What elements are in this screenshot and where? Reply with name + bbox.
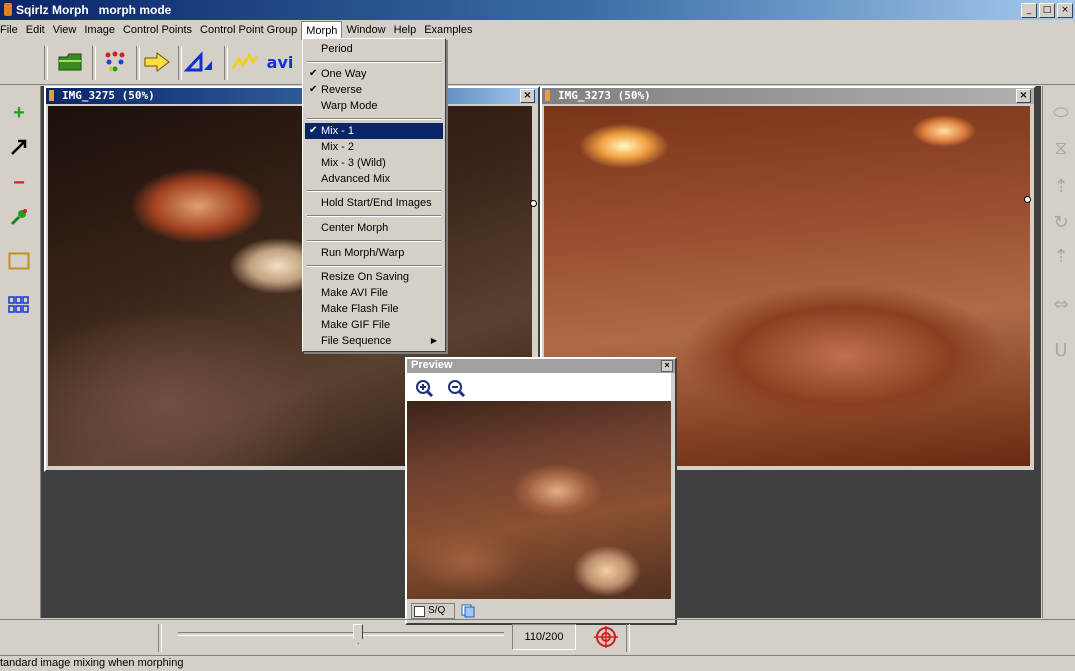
right-tool-palette: ⬭ ⧖ ⇡ ↻ ⇡ ⇔ U [1042, 86, 1075, 618]
menu-item-warp-mode[interactable]: Warp Mode [305, 98, 443, 114]
rotate-icon[interactable]: ↻ [1049, 210, 1073, 234]
up-arrow-circle-icon[interactable]: ⇡ [1049, 244, 1073, 268]
menu-morph[interactable]: Morph [301, 20, 343, 40]
menu-item-advanced-mix[interactable]: Advanced Mix [305, 171, 443, 187]
status-bar: tandard image mixing when morphing [0, 655, 1075, 671]
menu-item-run-morph-warp[interactable]: Run Morph/Warp [305, 245, 443, 261]
menu-item-resize-on-saving[interactable]: Resize On Saving [305, 269, 443, 285]
menu-item-make-avi[interactable]: Make AVI File [305, 285, 443, 301]
toolbar-grip [44, 46, 48, 80]
menu-item-reverse[interactable]: ✔ Reverse [305, 82, 443, 98]
menu-view[interactable]: View [49, 21, 81, 39]
forward-arrow-button[interactable] [142, 48, 172, 76]
slider-track[interactable] [178, 632, 504, 636]
sq-checkbox[interactable] [414, 606, 425, 617]
menu-edit[interactable]: Edit [22, 21, 49, 39]
menu-help[interactable]: Help [390, 21, 421, 39]
lightning-icon [231, 53, 259, 69]
triangle-tool-button[interactable] [184, 48, 214, 76]
grid-icon[interactable] [6, 292, 32, 318]
folder-icon [58, 53, 82, 71]
minimize-button[interactable]: _ [1021, 3, 1037, 18]
frame-counter: 110/200 [512, 624, 576, 650]
menu-window[interactable]: Window [342, 21, 389, 39]
image-window-titlebar[interactable]: IMG_3275 (50%) × [46, 88, 538, 104]
image-window-title: IMG_3275 (50%) [62, 89, 155, 102]
up-arrow-circle-icon[interactable]: ⇡ [1049, 174, 1073, 198]
menu-item-period[interactable]: Period [305, 41, 443, 57]
sq-label: S/Q [428, 605, 446, 616]
slider-thumb[interactable] [353, 624, 364, 644]
menu-item-hold-start-end[interactable]: Hold Start/End Images [305, 195, 443, 211]
app-icon [4, 3, 12, 16]
resize-handle[interactable] [530, 200, 537, 207]
preview-title: Preview [411, 359, 453, 371]
menu-control-point-group[interactable]: Control Point Group [196, 21, 301, 39]
close-icon[interactable]: × [1016, 89, 1031, 103]
resize-handle[interactable] [1024, 196, 1031, 203]
open-folder-button[interactable] [55, 48, 85, 76]
ellipse-tool-icon[interactable]: ⬭ [1049, 100, 1073, 124]
left-tool-palette: + − [0, 86, 41, 618]
morph-menu: Period ✔ One Way ✔ Reverse Warp Mode ✔ Mix … [302, 38, 446, 352]
remove-point-icon[interactable]: − [6, 170, 32, 196]
preview-titlebar[interactable]: Preview × [407, 359, 675, 373]
menu-bar: File Edit View Image Control Points Cont… [0, 20, 1075, 40]
arrow-right-icon [144, 52, 170, 72]
menu-item-make-flash[interactable]: Make Flash File [305, 301, 443, 317]
maximize-button[interactable]: □ [1039, 3, 1055, 18]
rectangle-select-icon[interactable] [6, 248, 32, 274]
preview-window[interactable]: Preview × S/Q [405, 357, 677, 625]
make-avi-button[interactable]: avi [264, 48, 296, 76]
menu-item-file-sequence[interactable]: File Sequence ▶ [305, 333, 443, 349]
zoom-in-icon[interactable] [415, 379, 435, 397]
move-arrow-icon[interactable] [6, 134, 32, 160]
triangle-icon [184, 51, 212, 72]
target-icon[interactable] [592, 626, 620, 648]
horizontal-flip-icon[interactable]: ⇔ [1049, 292, 1073, 316]
image-window-title: IMG_3273 (50%) [558, 89, 651, 102]
menu-item-make-gif[interactable]: Make GIF File [305, 317, 443, 333]
preview-footer: S/Q [407, 601, 671, 619]
checkmark-icon: ✔ [309, 68, 318, 79]
sq-toggle[interactable]: S/Q [411, 603, 455, 619]
submenu-arrow-icon: ▶ [430, 336, 437, 345]
preview-toolbar [407, 373, 671, 401]
menu-control-points[interactable]: Control Points [119, 21, 196, 39]
control-points-button[interactable] [100, 48, 130, 76]
title-bar: Sqirlz Morph morph mode _ □ × [0, 0, 1075, 20]
u-shape-icon[interactable]: U [1049, 338, 1073, 362]
checkmark-icon: ✔ [309, 84, 318, 95]
frame-slider-bar: 110/200 [0, 619, 1075, 656]
preview-image[interactable] [407, 401, 671, 599]
dots-icon [105, 51, 125, 72]
wave-tool-button[interactable] [230, 48, 260, 76]
image-window-titlebar[interactable]: IMG_3273 (50%) × [542, 88, 1034, 104]
menu-examples[interactable]: Examples [420, 21, 476, 39]
menu-item-mix-2[interactable]: Mix - 2 [305, 139, 443, 155]
menu-item-mix-1[interactable]: ✔ Mix - 1 [305, 123, 443, 139]
add-point-icon[interactable]: + [6, 100, 32, 126]
toolbar: avi [0, 40, 1075, 85]
menu-item-mix-3-wild[interactable]: Mix - 3 (Wild) [305, 155, 443, 171]
close-button[interactable]: × [1057, 3, 1073, 18]
menu-image[interactable]: Image [80, 21, 119, 39]
close-icon[interactable]: × [661, 360, 673, 372]
status-text: tandard image mixing when morphing [0, 657, 184, 669]
menu-item-one-way[interactable]: ✔ One Way [305, 66, 443, 82]
copy-icon[interactable] [461, 604, 475, 618]
menu-item-center-morph[interactable]: Center Morph [305, 220, 443, 236]
window-title: Sqirlz Morph morph mode [16, 3, 172, 17]
zoom-out-icon[interactable] [447, 379, 467, 397]
close-icon[interactable]: × [520, 89, 535, 103]
pick-point-icon[interactable] [6, 204, 32, 230]
menu-file[interactable]: File [0, 21, 22, 39]
hourglass-icon[interactable]: ⧖ [1049, 136, 1073, 160]
checkmark-icon: ✔ [309, 125, 318, 136]
